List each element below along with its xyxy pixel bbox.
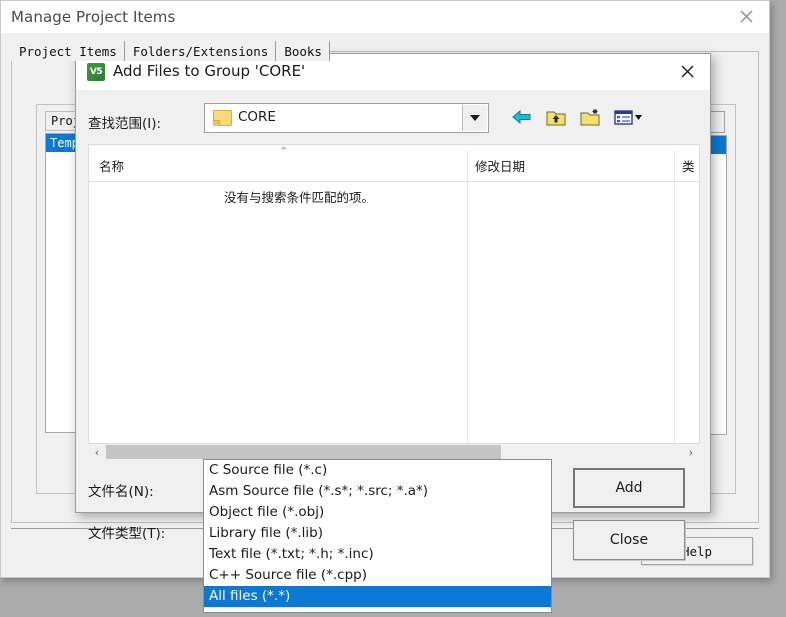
- file-type-label: 文件类型(T):: [88, 526, 166, 542]
- look-in-label: 查找范围(I):: [88, 116, 162, 132]
- add-button[interactable]: Add: [573, 468, 685, 508]
- keil-uvision-icon: V5: [87, 63, 105, 81]
- sort-ascending-icon: ⌃: [279, 145, 289, 158]
- dialog-title: Add Files to Group 'CORE': [113, 62, 306, 80]
- tab-project-items[interactable]: Project Items: [11, 41, 125, 61]
- tabstrip: Project Items Folders/Extensions Books: [11, 41, 330, 61]
- dropdown-option[interactable]: C++ Source file (*.cpp): [204, 565, 551, 586]
- close-button-label: Close: [609, 532, 649, 548]
- folder-icon: [213, 110, 232, 126]
- column-header-name[interactable]: 名称: [99, 156, 124, 175]
- dropdown-option[interactable]: C Source file (*.c): [204, 460, 551, 481]
- scroll-left-icon[interactable]: ‹: [88, 446, 106, 459]
- back-icon[interactable]: [511, 107, 533, 129]
- file-list-header: 名称 修改日期 类 ⌃: [89, 145, 699, 182]
- scrollbar-track[interactable]: [106, 445, 682, 459]
- page-title: Manage Project Items: [11, 8, 176, 26]
- dropdown-option-selected[interactable]: All files (*.*): [204, 586, 551, 607]
- look-in-combobox[interactable]: CORE: [204, 103, 489, 133]
- dialog-toolbar: [511, 104, 642, 132]
- column-header-date-modified[interactable]: 修改日期: [475, 156, 525, 175]
- file-list-horizontal-scrollbar[interactable]: ‹ ›: [88, 444, 700, 460]
- scroll-right-icon[interactable]: ›: [682, 446, 700, 459]
- tab-folders-extensions[interactable]: Folders/Extensions: [124, 41, 277, 61]
- parent-titlebar: Manage Project Items: [1, 1, 769, 33]
- screen-root: Manage Project Items Project Items Folde…: [0, 0, 786, 617]
- dropdown-option[interactable]: Asm Source file (*.s*; *.src; *.a*): [204, 481, 551, 502]
- dropdown-option[interactable]: Object file (*.obj): [204, 502, 551, 523]
- file-list-pane[interactable]: 名称 修改日期 类 ⌃ 没有与搜索条件匹配的项。: [88, 144, 700, 444]
- scrollbar-thumb[interactable]: [106, 445, 501, 459]
- file-type-dropdown-list[interactable]: C Source file (*.c) Asm Source file (*.s…: [203, 459, 552, 613]
- add-files-dialog: V5 Add Files to Group 'CORE' 查找范围(I): CO…: [75, 53, 711, 560]
- new-folder-icon[interactable]: [579, 107, 601, 129]
- chevron-down-icon[interactable]: [462, 105, 487, 131]
- close-button[interactable]: Close: [573, 520, 685, 560]
- dialog-close-icon[interactable]: [664, 54, 710, 89]
- look-in-value: CORE: [238, 109, 276, 125]
- dialog-body: 查找范围(I): CORE 名称 修改日期 类 ⌃ 没有与搜索条件匹配的项。 ‹…: [76, 90, 710, 560]
- dropdown-option[interactable]: Library file (*.lib): [204, 523, 551, 544]
- file-list-empty-message: 没有与搜索条件匹配的项。: [223, 190, 374, 205]
- help-button-label: Help: [681, 543, 713, 559]
- file-name-label: 文件名(N):: [88, 484, 154, 500]
- tab-books[interactable]: Books: [276, 41, 330, 61]
- view-mode-icon[interactable]: [613, 107, 642, 129]
- caret-down-shape: [470, 115, 480, 121]
- column-header-type[interactable]: 类: [682, 156, 695, 175]
- up-folder-icon[interactable]: [545, 107, 567, 129]
- keil-uvision-icon-text: V5: [89, 67, 103, 77]
- add-button-label: Add: [615, 480, 643, 496]
- close-icon[interactable]: [723, 1, 769, 32]
- dropdown-option[interactable]: Text file (*.txt; *.h; *.inc): [204, 544, 551, 565]
